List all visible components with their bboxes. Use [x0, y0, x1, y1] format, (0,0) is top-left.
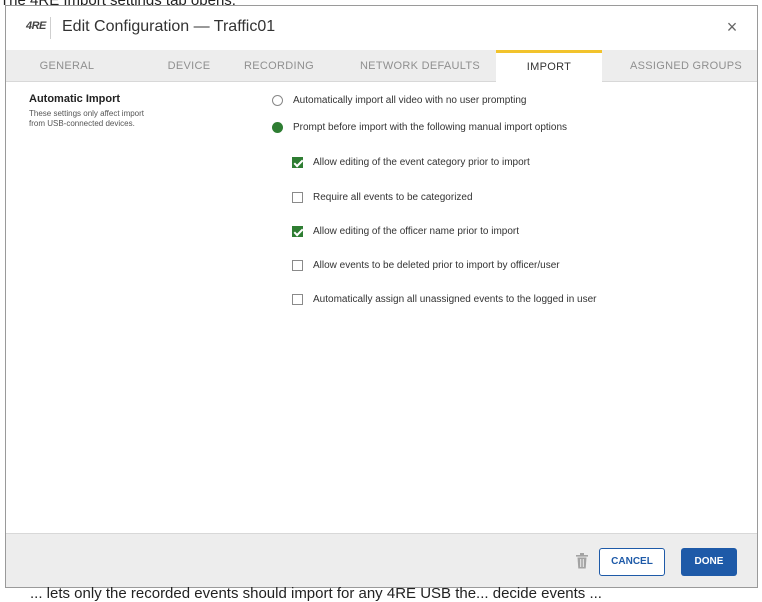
header-divider: [50, 17, 51, 39]
checkbox-row-delete-events[interactable]: Allow events to be deleted prior to impo…: [292, 260, 560, 271]
checkbox-row-edit-category[interactable]: Allow editing of the event category prio…: [292, 157, 530, 168]
tab-network-defaults[interactable]: NETWORK DEFAULTS: [350, 50, 490, 81]
checkbox[interactable]: [292, 260, 303, 271]
tab-assigned-groups[interactable]: ASSIGNED GROUPS: [614, 50, 758, 81]
trash-icon[interactable]: [575, 553, 589, 569]
radio-label: Automatically import all video with no u…: [293, 95, 527, 106]
tab-bar: GENERAL DEVICE RECORDING NETWORK DEFAULT…: [6, 50, 757, 82]
radio-prompt-before-import[interactable]: Prompt before import with the following …: [272, 122, 567, 133]
done-button[interactable]: DONE: [681, 548, 737, 576]
caption-bottom: ... lets only the recorded events should…: [30, 585, 602, 602]
radio-auto-import[interactable]: Automatically import all video with no u…: [272, 95, 526, 106]
checkbox-row-auto-assign[interactable]: Automatically assign all unassigned even…: [292, 294, 597, 305]
edit-configuration-dialog: 4RE Edit Configuration — Traffic01 × GEN…: [5, 5, 758, 588]
tab-import[interactable]: IMPORT: [496, 50, 602, 82]
checkbox-label: Require all events to be categorized: [313, 192, 473, 203]
dialog-header: 4RE Edit Configuration — Traffic01 ×: [6, 6, 757, 50]
tab-general[interactable]: GENERAL: [6, 50, 128, 81]
tab-recording[interactable]: RECORDING: [228, 50, 330, 81]
checkbox-checked[interactable]: [292, 226, 303, 237]
checkbox-label: Automatically assign all unassigned even…: [313, 294, 597, 305]
dialog-title: Edit Configuration — Traffic01: [62, 18, 276, 35]
section-description: These settings only affect import from U…: [29, 109, 145, 128]
section-title: Automatic Import: [29, 93, 121, 105]
checkbox-label: Allow editing of the officer name prior …: [313, 226, 520, 237]
checkbox[interactable]: [292, 192, 303, 203]
checkbox-checked[interactable]: [292, 157, 303, 168]
radio-button[interactable]: [272, 95, 283, 106]
checkbox[interactable]: [292, 294, 303, 305]
cancel-button[interactable]: CANCEL: [599, 548, 665, 576]
checkbox-row-require-categorized[interactable]: Require all events to be categorized: [292, 192, 473, 203]
checkbox-row-edit-officer[interactable]: Allow editing of the officer name prior …: [292, 226, 519, 237]
radio-button-selected[interactable]: [272, 122, 283, 133]
close-icon[interactable]: ×: [721, 16, 743, 38]
radio-label: Prompt before import with the following …: [293, 122, 568, 133]
checkbox-label: Allow events to be deleted prior to impo…: [313, 260, 560, 271]
dialog-footer: CANCEL DONE: [6, 533, 757, 587]
checkbox-label: Allow editing of the event category prio…: [313, 157, 530, 168]
4re-logo: 4RE: [26, 20, 46, 32]
